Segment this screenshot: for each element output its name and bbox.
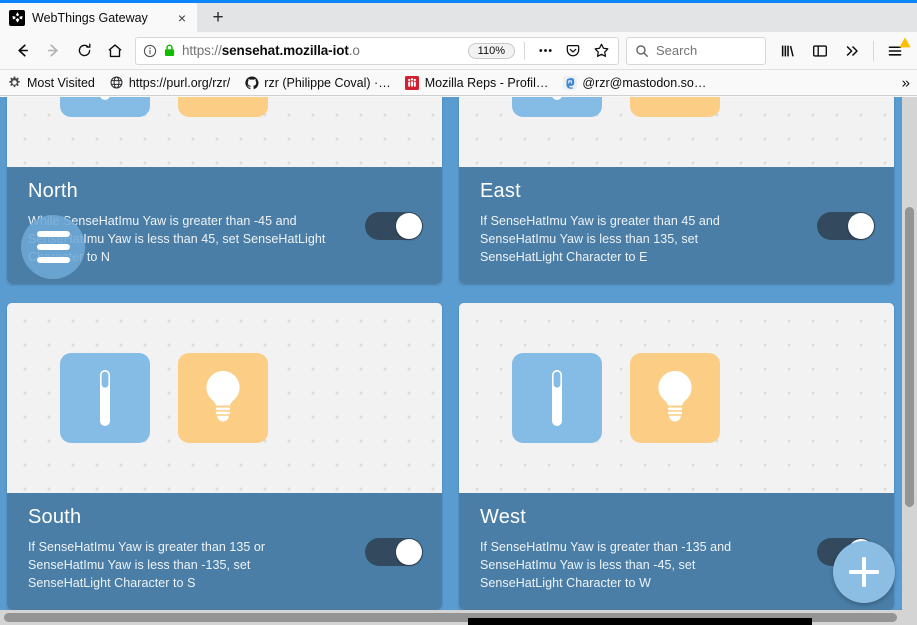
bookmark-mastodon[interactable]: @rzr@mastodon.so… — [562, 75, 706, 90]
url-host: sensehat.mozilla-iot — [222, 43, 349, 58]
library-icon[interactable] — [773, 36, 803, 66]
zoom-level-badge[interactable]: 110% — [468, 43, 515, 59]
sensor-icon — [60, 97, 150, 117]
rule-preview — [7, 303, 442, 493]
bookmark-label: @rzr@mastodon.so… — [582, 76, 706, 90]
rule-name: East — [480, 180, 877, 203]
mozilla-reps-icon — [405, 75, 420, 90]
divider — [524, 42, 525, 60]
rule-card[interactable]: South If SenseHatImu Yaw is greater than… — [7, 303, 442, 610]
rule-body: East If SenseHatImu Yaw is greater than … — [459, 167, 894, 284]
url-text: https://sensehat.mozilla-iot.o — [182, 43, 462, 58]
toggle-knob — [396, 213, 422, 239]
bookmark-purl-org[interactable]: https://purl.org/rzr/ — [109, 75, 230, 90]
pocket-icon[interactable] — [562, 40, 584, 62]
page-viewport: North While SenseHatImu Yaw is greater t… — [0, 97, 917, 625]
search-placeholder: Search — [656, 43, 697, 58]
mastodon-icon — [562, 75, 577, 90]
warning-badge-icon — [899, 37, 911, 48]
bookmark-label: Most Visited — [27, 76, 95, 90]
home-icon[interactable] — [100, 36, 130, 66]
star-icon[interactable] — [590, 40, 612, 62]
vertical-scrollbar-thumb[interactable] — [905, 207, 914, 507]
menu-button[interactable] — [21, 215, 85, 279]
light-bulb-icon — [178, 353, 268, 443]
rule-description: If SenseHatImu Yaw is greater than 135 o… — [28, 538, 328, 592]
back-arrow-icon[interactable] — [7, 36, 37, 66]
search-icon — [634, 43, 649, 58]
lock-icon — [164, 44, 176, 58]
rule-description: If SenseHatImu Yaw is greater than 45 an… — [480, 212, 780, 266]
rule-preview — [459, 303, 894, 493]
globe-icon — [109, 75, 124, 90]
gear-icon — [7, 75, 22, 90]
rule-enabled-toggle[interactable] — [365, 212, 423, 240]
rule-name: North — [28, 180, 425, 203]
browser-window: WebThings Gateway × + — [0, 0, 917, 625]
toggle-knob — [848, 213, 874, 239]
new-tab-button[interactable]: + — [203, 3, 233, 32]
sensor-icon — [60, 353, 150, 443]
rule-preview — [459, 97, 894, 167]
rule-description: If SenseHatImu Yaw is greater than -135 … — [480, 538, 780, 592]
bookmark-rzr-github[interactable]: rzr (Philippe Coval) ·… — [244, 75, 390, 90]
bookmarks-toolbar: Most Visited https://purl.org/rzr/ rzr (… — [0, 70, 917, 96]
light-bulb-icon — [630, 97, 720, 117]
light-bulb-icon — [630, 353, 720, 443]
bookmark-label: rzr (Philippe Coval) ·… — [264, 76, 390, 90]
sensor-icon — [512, 353, 602, 443]
toggle-knob — [396, 539, 422, 565]
tab-strip: WebThings Gateway × + — [0, 0, 917, 32]
toolbar-right-buttons — [773, 36, 910, 66]
search-bar[interactable]: Search — [626, 37, 766, 65]
rule-name: West — [480, 506, 877, 529]
reload-icon[interactable] — [69, 36, 99, 66]
vertical-scrollbar[interactable] — [902, 97, 917, 610]
close-icon[interactable]: × — [173, 9, 191, 27]
rules-grid: North While SenseHatImu Yaw is greater t… — [7, 97, 895, 610]
taskbar-strip — [468, 618, 812, 625]
menu-bar-3 — [37, 257, 70, 263]
rule-enabled-toggle[interactable] — [365, 538, 423, 566]
rule-body: South If SenseHatImu Yaw is greater than… — [7, 493, 442, 610]
rules-page: North While SenseHatImu Yaw is greater t… — [0, 97, 902, 610]
url-prefix: https:// — [182, 43, 222, 58]
sidebar-icon[interactable] — [805, 36, 835, 66]
rule-preview — [7, 97, 442, 167]
hamburger-menu-icon[interactable] — [880, 36, 910, 66]
tab-webthings-gateway[interactable]: WebThings Gateway × — [0, 3, 197, 32]
menu-bar-2 — [37, 244, 70, 250]
chevron-double-right-icon[interactable] — [837, 36, 867, 66]
github-icon — [244, 75, 259, 90]
url-suffix: .o — [349, 43, 360, 58]
bookmarks-overflow-icon[interactable]: » — [902, 74, 910, 91]
light-bulb-icon — [178, 97, 268, 117]
rule-card[interactable]: West If SenseHatImu Yaw is greater than … — [459, 303, 894, 610]
rule-card[interactable]: East If SenseHatImu Yaw is greater than … — [459, 97, 894, 284]
page-actions-icon[interactable] — [534, 40, 556, 62]
navigation-toolbar: https://sensehat.mozilla-iot.o 110% — [0, 32, 917, 70]
bookmark-label: https://purl.org/rzr/ — [129, 76, 230, 90]
add-rule-button[interactable] — [833, 541, 895, 603]
bookmark-label: Mozilla Reps - Profil… — [425, 76, 549, 90]
bookmark-most-visited[interactable]: Most Visited — [7, 75, 95, 90]
tab-title: WebThings Gateway — [32, 11, 166, 25]
rule-body: West If SenseHatImu Yaw is greater than … — [459, 493, 894, 610]
rule-enabled-toggle[interactable] — [817, 212, 875, 240]
webthings-logo-icon — [9, 10, 25, 26]
sensor-icon — [512, 97, 602, 117]
bookmark-mozilla-reps[interactable]: Mozilla Reps - Profil… — [405, 75, 549, 90]
url-bar[interactable]: https://sensehat.mozilla-iot.o 110% — [135, 37, 619, 65]
rule-name: South — [28, 506, 425, 529]
page-info-icon[interactable] — [142, 43, 158, 59]
forward-arrow-icon — [38, 36, 68, 66]
menu-bar-1 — [37, 231, 70, 237]
divider — [873, 41, 874, 61]
